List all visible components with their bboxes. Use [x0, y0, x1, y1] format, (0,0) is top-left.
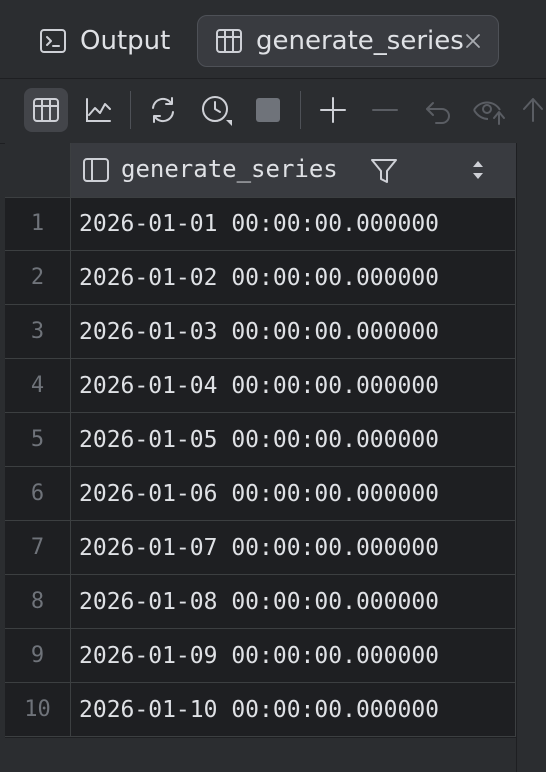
- row-number[interactable]: 5: [5, 413, 71, 466]
- add-row-button[interactable]: [311, 88, 355, 132]
- right-panel-edge: [516, 143, 546, 772]
- row-number[interactable]: 3: [5, 305, 71, 358]
- table-row[interactable]: 10 2026-01-10 00:00:00.000000: [5, 683, 516, 737]
- minus-icon: [372, 109, 398, 111]
- submit-button[interactable]: [520, 88, 546, 132]
- sort-icon[interactable]: [467, 157, 489, 183]
- results-toolbar: [0, 78, 546, 144]
- table-cell[interactable]: 2026-01-03 00:00:00.000000: [71, 305, 516, 358]
- tab-bar: Output generate_series: [0, 0, 546, 78]
- table-icon: [33, 98, 59, 122]
- row-number[interactable]: 4: [5, 359, 71, 412]
- table-row[interactable]: 4 2026-01-04 00:00:00.000000: [5, 359, 516, 413]
- table-row[interactable]: 3 2026-01-03 00:00:00.000000: [5, 305, 516, 359]
- table-row[interactable]: 6 2026-01-06 00:00:00.000000: [5, 467, 516, 521]
- row-number[interactable]: 8: [5, 575, 71, 628]
- table-cell[interactable]: 2026-01-10 00:00:00.000000: [71, 683, 516, 736]
- row-number[interactable]: 9: [5, 629, 71, 682]
- table-row[interactable]: 1 2026-01-01 00:00:00.000000: [5, 197, 516, 251]
- table-row[interactable]: 5 2026-01-05 00:00:00.000000: [5, 413, 516, 467]
- table-row[interactable]: 2 2026-01-02 00:00:00.000000: [5, 251, 516, 305]
- table-cell[interactable]: 2026-01-05 00:00:00.000000: [71, 413, 516, 466]
- row-number-header[interactable]: [5, 143, 71, 197]
- data-editor-window: Output generate_series generate_series 1…: [0, 0, 546, 772]
- tab-output[interactable]: Output: [30, 15, 170, 67]
- table-cell[interactable]: 2026-01-04 00:00:00.000000: [71, 359, 516, 412]
- row-number[interactable]: 7: [5, 521, 71, 574]
- revert-button[interactable]: [416, 88, 460, 132]
- undo-icon: [426, 102, 450, 124]
- grid-footer-area: [5, 738, 516, 772]
- tab-output-label: Output: [80, 26, 171, 56]
- table-view-button[interactable]: [24, 88, 68, 132]
- table-cell[interactable]: 2026-01-08 00:00:00.000000: [71, 575, 516, 628]
- plus-icon: [320, 97, 346, 123]
- table-cell[interactable]: 2026-01-02 00:00:00.000000: [71, 251, 516, 304]
- row-number[interactable]: 10: [5, 683, 71, 736]
- terminal-icon: [38, 26, 68, 56]
- chart-icon: [86, 98, 111, 122]
- row-number[interactable]: 1: [5, 197, 71, 250]
- history-button[interactable]: [194, 88, 238, 132]
- table-cell[interactable]: 2026-01-01 00:00:00.000000: [71, 197, 516, 250]
- chart-view-button[interactable]: [76, 88, 120, 132]
- clock-icon: [202, 96, 232, 126]
- refresh-icon: [152, 97, 174, 123]
- table-row[interactable]: 9 2026-01-09 00:00:00.000000: [5, 629, 516, 683]
- table-row[interactable]: 7 2026-01-07 00:00:00.000000: [5, 521, 516, 575]
- column-header-generate-series[interactable]: generate_series: [71, 143, 516, 197]
- grid-header: generate_series: [5, 143, 516, 198]
- column-icon: [83, 158, 109, 182]
- table-cell[interactable]: 2026-01-09 00:00:00.000000: [71, 629, 516, 682]
- arrow-up-icon: [523, 98, 543, 122]
- close-icon[interactable]: [462, 28, 484, 54]
- column-name: generate_series: [121, 155, 338, 183]
- row-number[interactable]: 6: [5, 467, 71, 520]
- stop-button[interactable]: [246, 88, 290, 132]
- toolbar-separator: [130, 91, 131, 129]
- eye-upload-icon: [473, 101, 505, 125]
- table-icon: [214, 26, 244, 56]
- stop-icon: [256, 98, 280, 122]
- tab-generate-series-label: generate_series: [256, 26, 464, 56]
- preview-changes-button[interactable]: [468, 88, 512, 132]
- tab-generate-series[interactable]: generate_series: [197, 15, 499, 67]
- table-cell[interactable]: 2026-01-06 00:00:00.000000: [71, 467, 516, 520]
- row-number[interactable]: 2: [5, 251, 71, 304]
- filter-icon[interactable]: [369, 157, 399, 185]
- result-grid: generate_series 1 2026-01-01 00:00:00.000…: [5, 143, 516, 738]
- table-row[interactable]: 8 2026-01-08 00:00:00.000000: [5, 575, 516, 629]
- table-cell[interactable]: 2026-01-07 00:00:00.000000: [71, 521, 516, 574]
- delete-row-button[interactable]: [363, 88, 407, 132]
- refresh-button[interactable]: [141, 88, 185, 132]
- toolbar-separator: [300, 91, 301, 129]
